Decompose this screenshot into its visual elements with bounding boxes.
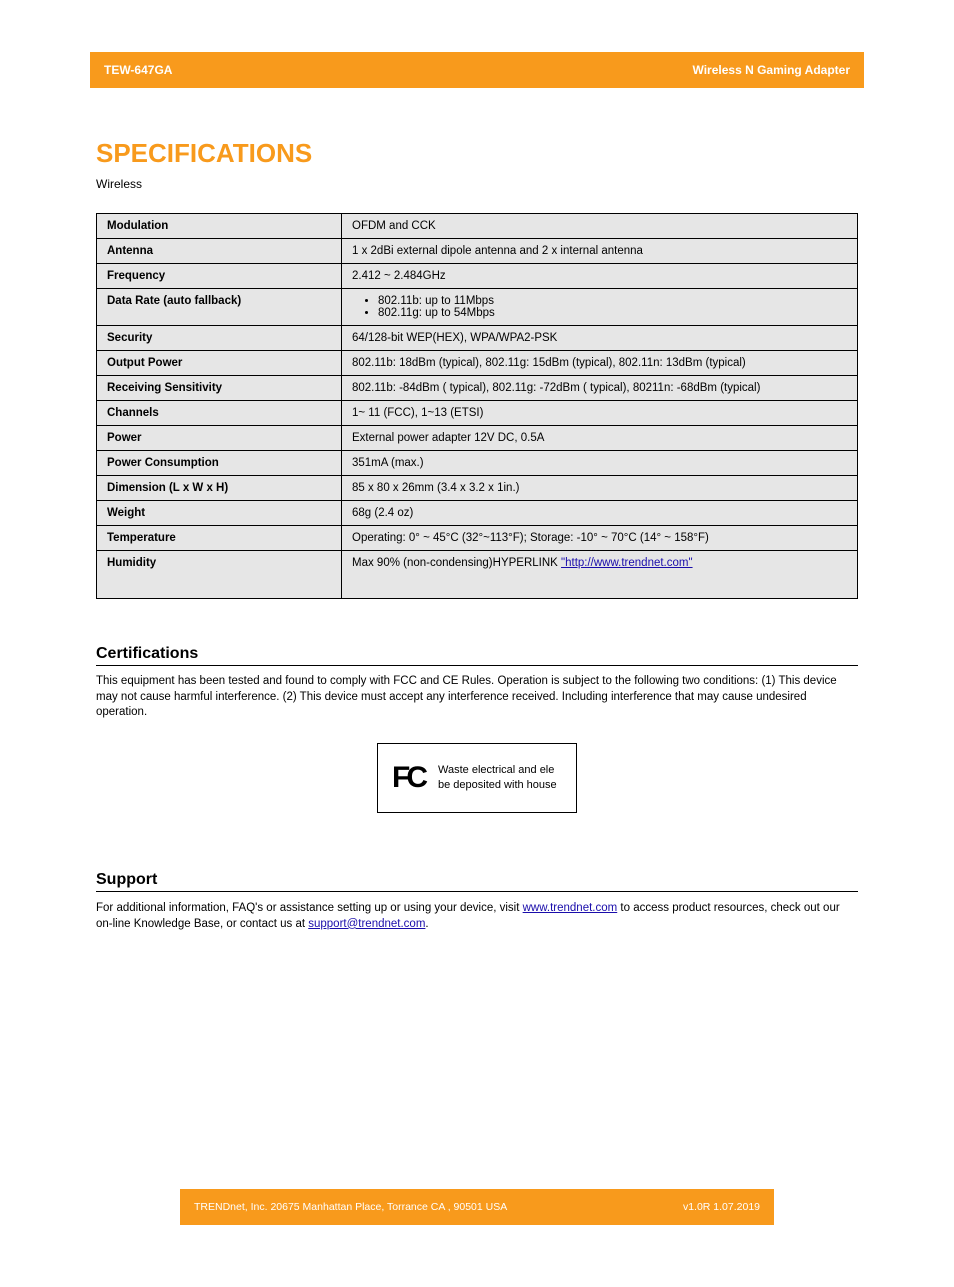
certification-box-text: Waste electrical and ele be deposited wi… [438,763,557,793]
support-text-suffix: . [425,918,428,930]
table-row: Temperature Operating: 0° ~ 45°C (32°~11… [97,526,858,551]
certification-box: FC Waste electrical and ele be deposited… [377,743,577,813]
spec-label: Power [97,426,342,451]
spec-bullet: 802.11g: up to 54Mbps [378,307,847,319]
header-bar: TEW-647GA Wireless N Gaming Adapter [90,52,864,88]
spec-label: Dimension (L x W x H) [97,476,342,501]
spec-label: Data Rate (auto fallback) [97,289,342,326]
footer-company-address: TRENDnet, Inc. 20675 Manhattan Place, To… [194,1201,507,1213]
spec-label: Receiving Sensitivity [97,376,342,401]
spec-value: 351mA (max.) [342,451,858,476]
spec-value: External power adapter 12V DC, 0.5A [342,426,858,451]
spec-value: 802.11b: -84dBm ( typical), 802.11g: -72… [342,376,858,401]
table-row: Power External power adapter 12V DC, 0.5… [97,426,858,451]
table-row: Receiving Sensitivity 802.11b: -84dBm ( … [97,376,858,401]
support-link-email[interactable]: support@trendnet.com [308,918,425,930]
cert-box-line: Waste electrical and ele [438,763,557,778]
section-subtitle: Wireless [96,177,954,191]
spec-value-link[interactable]: "http://www.trendnet.com" [561,557,693,569]
certifications-heading: Certifications [96,645,858,666]
table-row: Security 64/128-bit WEP(HEX), WPA/WPA2-P… [97,326,858,351]
spec-value: OFDM and CCK [342,214,858,239]
header-product-title: Wireless N Gaming Adapter [693,63,851,77]
section-title: SPECIFICATIONS [96,138,954,169]
cert-box-line: be deposited with house [438,778,557,793]
spec-value: Operating: 0° ~ 45°C (32°~113°F); Storag… [342,526,858,551]
spec-value: 802.11b: 18dBm (typical), 802.11g: 15dBm… [342,351,858,376]
support-heading: Support [96,871,858,892]
spec-label: Power Consumption [97,451,342,476]
table-row: Channels 1~ 11 (FCC), 1~13 (ETSI) [97,401,858,426]
spec-label: Weight [97,501,342,526]
spec-value: 1~ 11 (FCC), 1~13 (ETSI) [342,401,858,426]
spec-label: Antenna [97,239,342,264]
spec-label: Modulation [97,214,342,239]
table-row: Frequency 2.412 ~ 2.484GHz [97,264,858,289]
support-text: For additional information, FAQ's or ass… [96,900,858,932]
table-row: Humidity Max 90% (non-condensing)HYPERLI… [97,551,858,599]
spec-label: Channels [97,401,342,426]
spec-value: 802.11b: up to 11Mbps 802.11g: up to 54M… [342,289,858,326]
spec-value: 68g (2.4 oz) [342,501,858,526]
table-row: Output Power 802.11b: 18dBm (typical), 8… [97,351,858,376]
spec-value: 2.412 ~ 2.484GHz [342,264,858,289]
table-row: Dimension (L x W x H) 85 x 80 x 26mm (3.… [97,476,858,501]
fcc-logo-icon: FC [392,763,424,793]
header-product-code: TEW-647GA [104,63,172,77]
footer-version-date: v1.0R 1.07.2019 [683,1201,760,1213]
spec-value: 1 x 2dBi external dipole antenna and 2 x… [342,239,858,264]
spec-label: Output Power [97,351,342,376]
spec-label: Frequency [97,264,342,289]
table-row: Modulation OFDM and CCK [97,214,858,239]
spec-label: Temperature [97,526,342,551]
spec-value: 85 x 80 x 26mm (3.4 x 3.2 x 1in.) [342,476,858,501]
spec-value: Max 90% (non-condensing)HYPERLINK "http:… [342,551,858,599]
spec-label: Security [97,326,342,351]
spec-value-text: Max 90% (non-condensing)HYPERLINK [352,557,561,569]
support-link-site[interactable]: www.trendnet.com [523,902,618,914]
footer-bar: TRENDnet, Inc. 20675 Manhattan Place, To… [180,1189,774,1225]
table-row: Power Consumption 351mA (max.) [97,451,858,476]
table-row: Weight 68g (2.4 oz) [97,501,858,526]
spec-label: Humidity [97,551,342,599]
specifications-table: Modulation OFDM and CCK Antenna 1 x 2dBi… [96,213,858,599]
spec-bullet: 802.11b: up to 11Mbps [378,295,847,307]
spec-value: 64/128-bit WEP(HEX), WPA/WPA2-PSK [342,326,858,351]
table-row: Data Rate (auto fallback) 802.11b: up to… [97,289,858,326]
certifications-text: This equipment has been tested and found… [96,674,858,721]
support-text-prefix: For additional information, FAQ's or ass… [96,902,523,914]
table-row: Antenna 1 x 2dBi external dipole antenna… [97,239,858,264]
